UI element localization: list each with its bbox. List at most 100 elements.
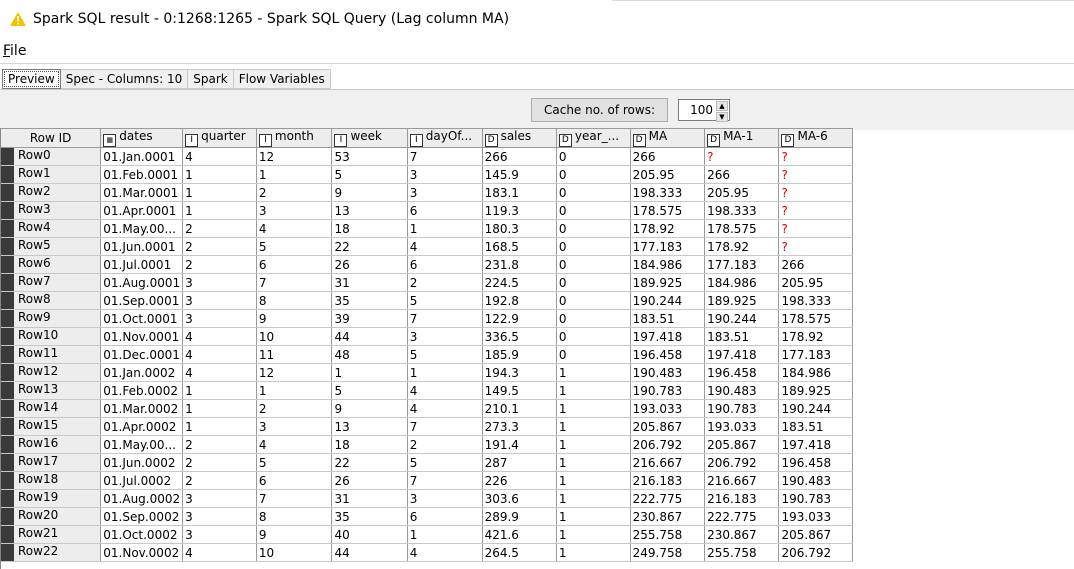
table-cell[interactable]: 2 (256, 399, 333, 418)
table-cell[interactable]: 226 (482, 471, 557, 490)
table-cell[interactable]: 183.51 (630, 309, 706, 328)
table-row[interactable]: Row12 01.Jan.0002 4 12 1 1 194.3 1 190.483 196.45… (1, 363, 853, 382)
table-cell[interactable]: 1 (182, 381, 257, 400)
table-cell[interactable]: 197.418 (704, 345, 780, 364)
table-cell[interactable]: 5 (331, 165, 408, 184)
table-row[interactable]: Row19 01.Aug.0002 3 7 31 3 303.6 1 222.775 216.18… (1, 489, 853, 508)
table-cell[interactable]: 4 (182, 345, 257, 364)
table-cell[interactable]: 7 (407, 417, 483, 436)
row-id-cell[interactable]: Row11 (1, 345, 102, 364)
table-cell[interactable]: 3 (182, 309, 257, 328)
row-id-cell[interactable]: Row1 (1, 165, 102, 184)
table-cell[interactable]: 1 (556, 507, 631, 526)
table-cell[interactable]: 22 (331, 237, 408, 256)
cache-rows-button[interactable]: Cache no. of rows: (531, 98, 668, 122)
table-cell[interactable]: 1 (556, 543, 631, 562)
row-id-cell[interactable]: Row19 (1, 489, 102, 508)
table-cell[interactable]: 0 (556, 183, 631, 202)
table-cell[interactable]: 0 (556, 255, 631, 274)
table-cell[interactable]: 10 (256, 327, 333, 346)
table-cell[interactable]: 01.Apr.0001 (100, 201, 184, 220)
table-cell[interactable]: 22 (331, 453, 408, 472)
table-cell[interactable]: 1 (407, 219, 483, 238)
table-cell[interactable]: 01.Oct.0002 (100, 525, 184, 544)
table-cell[interactable]: 10 (256, 543, 333, 562)
table-cell[interactable]: ? (704, 147, 780, 166)
table-cell[interactable]: 4 (256, 435, 333, 454)
table-cell[interactable]: 1 (556, 453, 631, 472)
table-cell[interactable]: 12 (256, 363, 333, 382)
table-cell[interactable]: 6 (256, 255, 333, 274)
table-cell[interactable]: 53 (331, 147, 408, 166)
table-cell[interactable]: 1 (182, 417, 257, 436)
table-cell[interactable]: 3 (182, 507, 257, 526)
table-cell[interactable]: 01.Nov.0002 (100, 543, 184, 562)
table-cell[interactable]: 193.033 (630, 399, 706, 418)
table-cell[interactable]: 01.Feb.0001 (100, 165, 184, 184)
table-cell[interactable]: 198.333 (778, 291, 853, 310)
table-cell[interactable]: 183.51 (778, 417, 853, 436)
table-cell[interactable]: 9 (256, 309, 333, 328)
table-cell[interactable]: 4 (407, 381, 483, 400)
table-cell[interactable]: 01.May.00... (100, 219, 184, 238)
column-header-month[interactable]: Imonth (256, 128, 333, 148)
table-cell[interactable]: 198.333 (630, 183, 706, 202)
table-cell[interactable]: 12 (256, 147, 333, 166)
table-cell[interactable]: 01.Mar.0002 (100, 399, 184, 418)
table-cell[interactable]: 7 (256, 489, 333, 508)
table-cell[interactable]: 266 (778, 255, 853, 274)
table-cell[interactable]: 196.458 (630, 345, 706, 364)
table-cell[interactable]: 01.Jun.0001 (100, 237, 184, 256)
table-cell[interactable]: 1 (556, 489, 631, 508)
spinner-down-icon[interactable]: ▼ (716, 112, 728, 122)
table-cell[interactable]: 178.575 (704, 219, 780, 238)
table-cell[interactable]: 222.775 (704, 507, 780, 526)
table-cell[interactable]: 189.925 (778, 381, 853, 400)
column-header-ma-1[interactable]: D MA-1 (704, 128, 780, 148)
table-cell[interactable]: 192.8 (482, 291, 557, 310)
table-cell[interactable]: 184.986 (778, 363, 853, 382)
table-cell[interactable]: 7 (256, 273, 333, 292)
table-cell[interactable]: 194.3 (482, 363, 557, 382)
table-cell[interactable]: 177.183 (778, 345, 853, 364)
table-cell[interactable]: 249.758 (630, 543, 706, 562)
table-cell[interactable]: 190.244 (778, 399, 853, 418)
table-cell[interactable]: 336.5 (482, 327, 557, 346)
table-cell[interactable]: 255.758 (704, 543, 780, 562)
table-cell[interactable]: 2 (182, 435, 257, 454)
table-cell[interactable]: 184.986 (630, 255, 706, 274)
table-cell[interactable]: ? (778, 219, 853, 238)
table-cell[interactable]: 1 (556, 435, 631, 454)
table-cell[interactable]: 5 (407, 345, 483, 364)
row-id-cell[interactable]: Row0 (1, 147, 102, 166)
table-cell[interactable]: 18 (331, 219, 408, 238)
table-cell[interactable]: 0 (556, 273, 631, 292)
column-header-row-id[interactable]: Row ID (1, 128, 102, 148)
table-cell[interactable]: 26 (331, 471, 408, 490)
table-cell[interactable]: 197.418 (778, 435, 853, 454)
table-cell[interactable]: 190.783 (778, 489, 853, 508)
table-cell[interactable]: 2 (182, 471, 257, 490)
column-header-dates[interactable]: ▦ dates (100, 128, 184, 148)
table-cell[interactable]: 196.458 (778, 453, 853, 472)
column-header-ma-6[interactable]: D MA-6 (778, 128, 853, 148)
column-header-week[interactable]: Iweek (331, 128, 408, 148)
table-cell[interactable]: 190.783 (704, 399, 780, 418)
table-cell[interactable]: 183.51 (704, 327, 780, 346)
table-cell[interactable]: 193.033 (778, 507, 853, 526)
table-cell[interactable]: 189.925 (630, 273, 706, 292)
row-id-cell[interactable]: Row18 (1, 471, 102, 490)
table-cell[interactable]: 6 (407, 507, 483, 526)
table-cell[interactable]: 5 (256, 237, 333, 256)
table-cell[interactable]: 180.3 (482, 219, 557, 238)
spinner-up-icon[interactable]: ▲ (716, 101, 728, 111)
table-cell[interactable]: 01.Oct.0001 (100, 309, 184, 328)
table-cell[interactable]: 9 (256, 525, 333, 544)
table-cell[interactable]: 0 (556, 147, 631, 166)
table-cell[interactable]: 11 (256, 345, 333, 364)
table-cell[interactable]: 421.6 (482, 525, 557, 544)
table-cell[interactable]: 01.Jul.0001 (100, 255, 184, 274)
table-cell[interactable]: 3 (182, 525, 257, 544)
table-cell[interactable]: 1 (407, 363, 483, 382)
table-cell[interactable]: 0 (556, 327, 631, 346)
